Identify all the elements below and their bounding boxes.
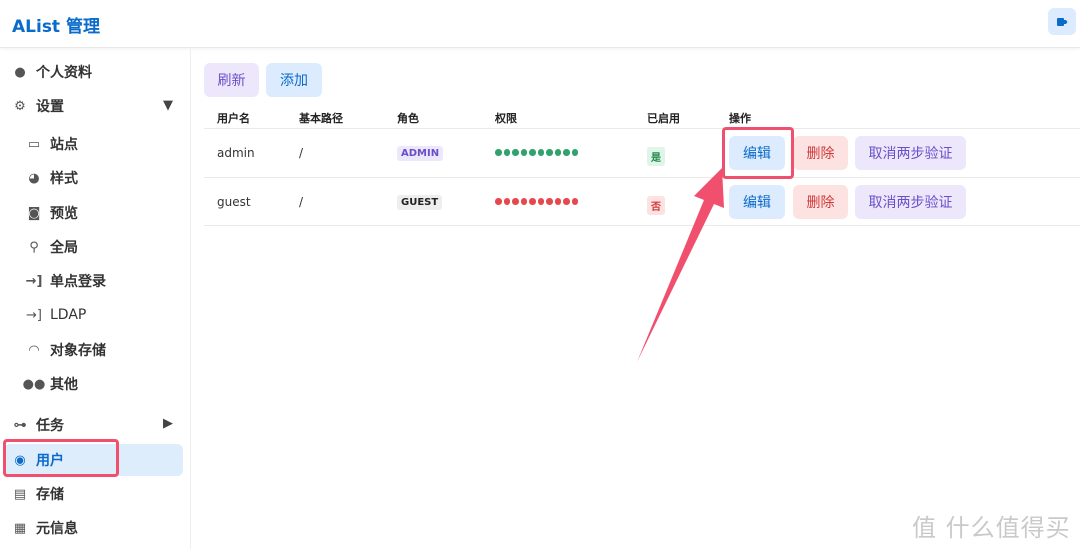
annotation-arrow [637,168,724,362]
watermark: 值 什么值得买 [912,514,1071,542]
